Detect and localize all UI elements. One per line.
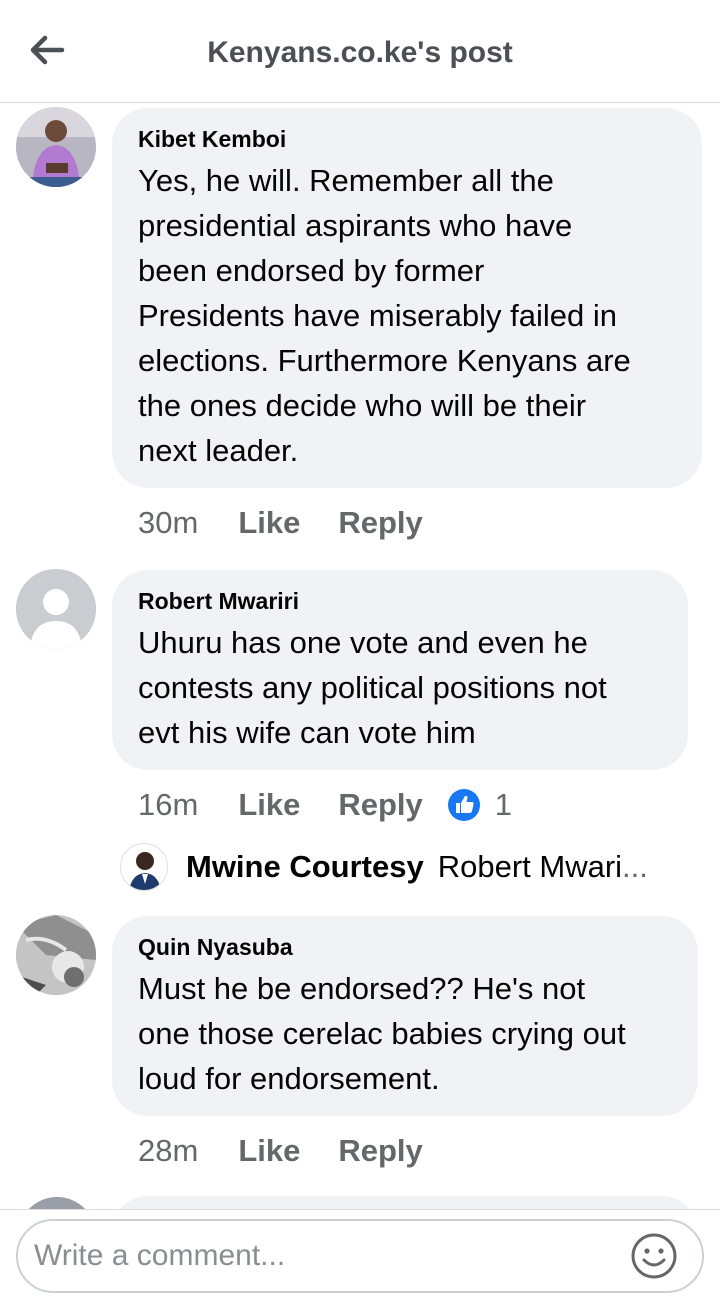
emoji-button[interactable] [630, 1232, 678, 1280]
avatar[interactable] [16, 915, 96, 995]
avatar[interactable] [16, 107, 96, 187]
comment-bubble: Quin Nyasuba Must he be endorsed?? He's … [112, 916, 698, 1116]
comment-bubble: Robert Mwariri Uhuru has one vote and ev… [112, 570, 688, 770]
reply-button[interactable]: Reply [338, 505, 422, 541]
reply-author: Mwine Courtesy [186, 849, 424, 884]
like-button[interactable]: Like [238, 1133, 300, 1169]
comment-bubble: Kibet Kemboi Yes, he will. Remember all … [112, 108, 702, 488]
avatar [120, 843, 168, 891]
reaction-summary[interactable]: 1 [447, 787, 512, 823]
reply-preview[interactable]: Mwine Courtesy Robert Mwari ... [120, 842, 680, 892]
reply-button[interactable]: Reply [338, 1133, 422, 1169]
reaction-count: 1 [494, 787, 513, 822]
person-photo-icon [121, 844, 167, 890]
comment-input[interactable] [16, 1219, 704, 1293]
default-avatar-icon [16, 569, 96, 649]
thumbs-up-icon [447, 789, 480, 821]
comment-time: 28m [138, 1133, 199, 1168]
top-bar: Kenyans.co.ke's post [0, 0, 720, 103]
person-photo-icon [16, 107, 96, 187]
reply-snippet: Robert Mwari [437, 849, 623, 884]
comment-author[interactable]: Quin Nyasuba [138, 932, 672, 962]
post-comments-screen: Kenyans.co.ke's post Kibet Kemboi Yes, h… [0, 0, 720, 1296]
avatar[interactable] [16, 569, 96, 649]
comment-composer [0, 1209, 720, 1296]
reply-button[interactable]: Reply [338, 787, 422, 823]
comment-author[interactable]: Robert Mwariri [138, 586, 662, 616]
comment-actions: 16m Like Reply 1 [138, 785, 512, 825]
smiley-icon [631, 1233, 677, 1279]
comment-actions: 30m Like Reply [138, 503, 461, 543]
comment-author[interactable]: Kibet Kemboi [138, 124, 676, 154]
comment-time: 16m [138, 787, 199, 822]
like-button[interactable]: Like [238, 505, 300, 541]
page-title: Kenyans.co.ke's post [207, 36, 513, 69]
comment-actions: 28m Like Reply [138, 1131, 461, 1171]
like-button[interactable]: Like [238, 787, 300, 823]
comment-text: Must he be endorsed?? He's not one those… [138, 971, 626, 1096]
person-photo-icon [16, 915, 96, 995]
comment-time: 30m [138, 505, 199, 540]
reply-ellipsis: ... [622, 849, 648, 884]
comment-text: Uhuru has one vote and even he contests … [138, 625, 607, 750]
comment-text: Yes, he will. Remember all the president… [138, 163, 631, 468]
